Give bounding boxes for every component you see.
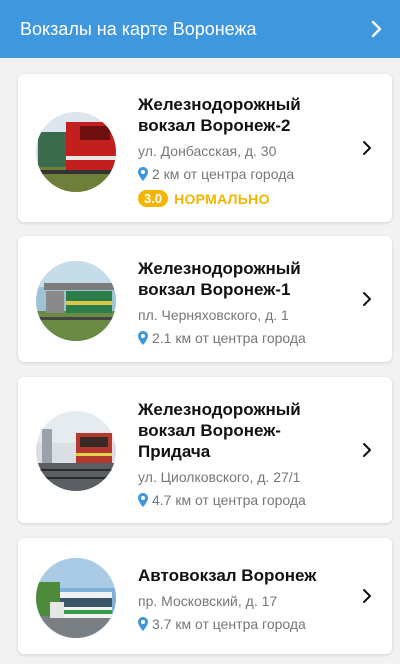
map-pin-icon (138, 331, 148, 345)
chevron-right-icon[interactable] (360, 291, 374, 307)
station-address: пр. Московский, д. 17 (138, 593, 278, 609)
page-title: Вокзалы на карте Воронежа (20, 18, 257, 39)
station-distance: 2.1 км от центра города (138, 329, 350, 347)
rating-label: НОРМАЛЬНО (174, 190, 270, 207)
station-address: пл. Черняховского, д. 1 (138, 307, 289, 323)
station-distance: 4.7 км от центра города (138, 491, 350, 509)
map-pin-icon (138, 493, 148, 507)
chevron-right-icon[interactable] (360, 442, 374, 458)
rating-row: 3.0 НОРМАЛЬНО (138, 190, 350, 207)
station-card[interactable]: Железнодорожный вокзал Воронеж-2 ул. Дон… (18, 74, 392, 222)
station-address: ул. Циолковского, д. 27/1 (138, 469, 301, 485)
station-photo (36, 558, 116, 638)
app-header: Вокзалы на карте Воронежа (0, 0, 400, 58)
station-distance: 3.7 км от центра города (138, 615, 350, 633)
station-title: Железнодорожный вокзал Воронеж- Придача (138, 400, 301, 461)
chevron-right-icon[interactable] (368, 20, 386, 38)
station-card[interactable]: Железнодорожный вокзал Воронеж-1 пл. Чер… (18, 236, 392, 362)
station-title: Железнодорожный вокзал Воронеж-1 (138, 259, 301, 299)
station-distance: 2 км от центра города (138, 165, 350, 183)
station-title: Железнодорожный вокзал Воронеж-2 (138, 95, 301, 135)
rating-badge: 3.0 (138, 190, 169, 207)
station-title: Автовокзал Воронеж (138, 566, 317, 585)
map-pin-icon (138, 167, 148, 181)
station-photo (36, 411, 116, 491)
station-photo (36, 261, 116, 341)
chevron-right-icon[interactable] (360, 588, 374, 604)
station-photo (36, 112, 116, 192)
station-card[interactable]: Железнодорожный вокзал Воронеж- Придача … (18, 377, 392, 523)
chevron-right-icon[interactable] (360, 140, 374, 156)
station-address: ул. Донбасская, д. 30 (138, 143, 277, 159)
map-pin-icon (138, 617, 148, 631)
station-card[interactable]: Автовокзал Воронеж пр. Московский, д. 17… (18, 538, 392, 654)
